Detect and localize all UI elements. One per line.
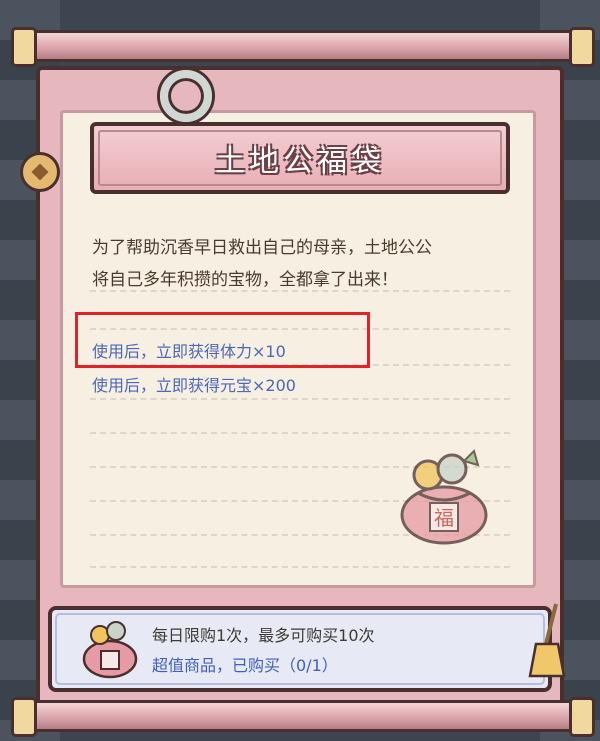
- paper-rule: [90, 432, 510, 434]
- small-lucky-bag-icon: [82, 621, 138, 679]
- broom-ornament-icon: [528, 603, 566, 678]
- rod-cap-right: [569, 27, 595, 67]
- purchase-limit-text: 每日限购1次，最多可购买10次: [152, 626, 375, 645]
- scroll-rod-top: [11, 27, 595, 67]
- description-line: 将自己多年积攒的宝物，全都拿了出来！: [92, 270, 398, 290]
- paper-rule: [90, 398, 510, 400]
- item-title: 土地公福袋: [215, 144, 385, 179]
- bag-glyph: 福: [434, 506, 454, 530]
- jade-ring-ornament-icon: [160, 70, 212, 122]
- description-line: 为了帮助沉香早日救出自己的母亲，土地公公: [92, 238, 432, 258]
- scroll-rod-bottom: [11, 697, 595, 737]
- lucky-bag-icon: 福: [400, 449, 488, 545]
- rod-cap-right: [569, 697, 595, 737]
- coin-ornament-icon: [20, 152, 60, 192]
- effect-ingots: 使用后，立即获得元宝×200: [92, 376, 296, 395]
- paper-rule: [90, 566, 510, 568]
- rod-cap-left: [11, 27, 37, 67]
- rod-cap-left: [11, 697, 37, 737]
- item-description: 为了帮助沉香早日救出自己的母亲，土地公公 将自己多年积攒的宝物，全都拿了出来！: [92, 232, 512, 296]
- highlight-box: [75, 312, 370, 368]
- item-title-plate: 土地公福袋: [90, 122, 510, 194]
- purchase-status-text: 超值商品，已购买（0/1）: [152, 656, 338, 675]
